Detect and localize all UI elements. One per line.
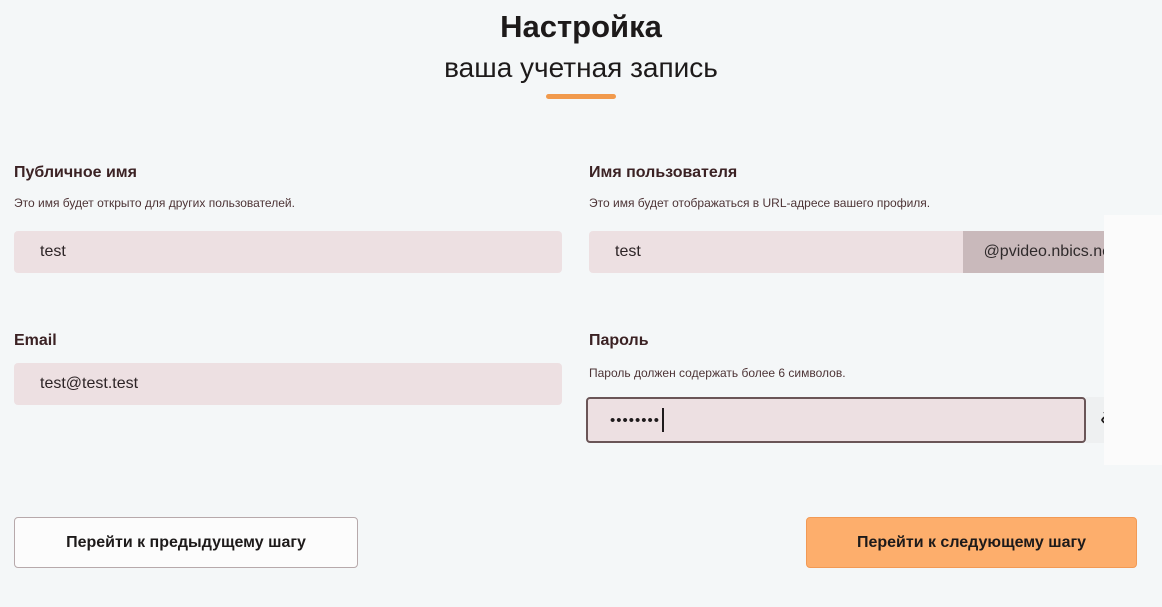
username-hint: Это имя будет отображаться в URL-адресе …: [589, 196, 931, 210]
email-field: Email: [14, 331, 562, 351]
password-masked-value: ••••••••: [610, 411, 661, 429]
password-field: Пароль Пароль должен содержать более 6 с…: [589, 331, 1137, 381]
page-header: Настройка ваша учетная запись: [0, 8, 1162, 99]
next-step-button[interactable]: Перейти к следующему шагу: [806, 517, 1137, 568]
side-decor: [1104, 215, 1162, 465]
page-subtitle: ваша учетная запись: [444, 52, 718, 83]
public-name-field: Публичное имя Это имя будет открыто для …: [14, 163, 562, 211]
title-underline: [546, 94, 616, 99]
username-field: Имя пользователя Это имя будет отображат…: [589, 163, 1137, 211]
public-name-label: Публичное имя: [14, 164, 137, 181]
username-label: Имя пользователя: [589, 164, 738, 181]
username-input[interactable]: test: [589, 231, 963, 273]
public-name-input[interactable]: test: [14, 231, 562, 273]
password-input[interactable]: ••••••••: [586, 397, 1086, 443]
password-hint: Пароль должен содержать более 6 символов…: [589, 366, 846, 380]
prev-step-button[interactable]: Перейти к предыдущему шагу: [14, 517, 358, 568]
account-setup-page: Настройка ваша учетная запись Публичное …: [0, 0, 1162, 607]
public-name-hint: Это имя будет открыто для других пользов…: [14, 196, 295, 210]
page-title: Настройка: [500, 9, 662, 44]
password-label: Пароль: [589, 332, 649, 349]
email-input[interactable]: test@test.test: [14, 363, 562, 405]
email-label: Email: [14, 332, 57, 349]
text-caret: [662, 408, 664, 432]
